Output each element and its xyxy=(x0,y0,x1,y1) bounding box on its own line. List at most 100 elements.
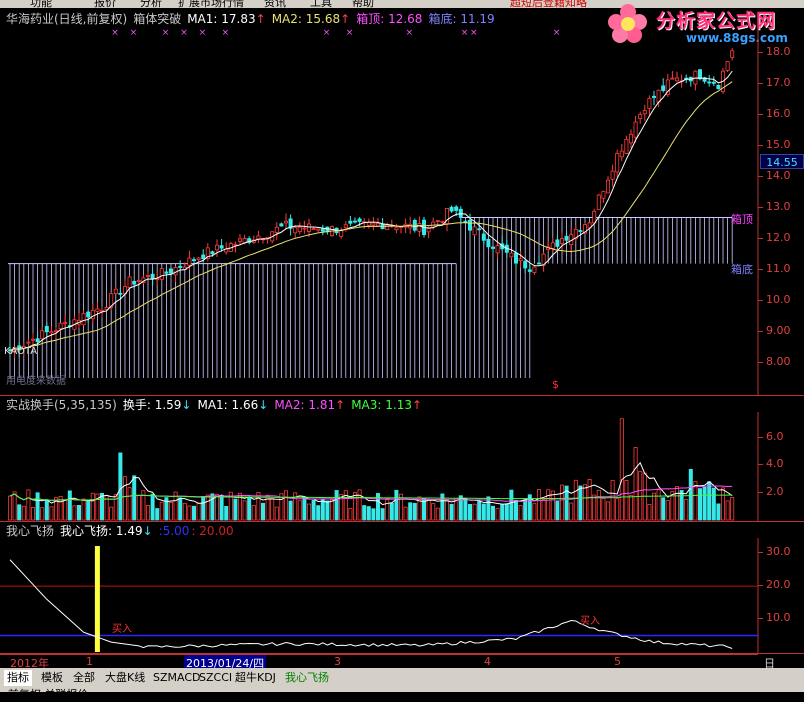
buy-label: 买入 xyxy=(112,624,132,635)
candle-body xyxy=(537,262,542,265)
ma2-line xyxy=(9,81,733,351)
turnover-bar xyxy=(44,500,49,521)
y-tick-label: 20.0 xyxy=(758,578,804,591)
ma1-value: 1.66 xyxy=(231,398,259,412)
month-label: 3 xyxy=(334,655,341,668)
signal-cross: × xyxy=(111,28,119,38)
candle-body xyxy=(375,223,380,227)
candle-body xyxy=(187,257,192,266)
candle-body xyxy=(550,242,555,249)
turnover-bar xyxy=(444,498,449,521)
chart-note: KAOTA xyxy=(4,346,38,357)
month-label: 4 xyxy=(484,655,491,668)
candle-body xyxy=(348,220,353,224)
turnover-bar xyxy=(619,418,624,521)
osc-panel-header: 我心飞扬 我心飞扬: 1.49↓:5.00: 20.00 xyxy=(6,523,240,539)
turnover-bar xyxy=(592,494,597,521)
oscillator-chart[interactable] xyxy=(0,538,804,654)
turnover-bar xyxy=(481,503,486,521)
tab-market-kline[interactable]: 大盘K线 xyxy=(102,670,148,686)
turnover-bar xyxy=(435,507,440,521)
turnover-bar xyxy=(35,492,40,521)
turnover-bar xyxy=(463,497,468,521)
menu-item-analysis[interactable]: 分析 xyxy=(140,0,162,8)
turnover-bar xyxy=(178,497,183,521)
chart-note: 用电度来数据 xyxy=(6,376,66,387)
candle-body xyxy=(638,114,643,119)
volume-panel-header: 实战换手(5,35,135) 换手: 1.59↓ MA1: 1.66↓ MA2: 1.… xyxy=(6,397,428,413)
candle-body xyxy=(297,226,302,232)
turnover-bar xyxy=(224,506,229,521)
signal-cross: × xyxy=(406,28,414,38)
signal-mark: $ xyxy=(552,378,559,391)
turnover-bar xyxy=(652,492,657,521)
tab-szcci[interactable]: SZCCI xyxy=(196,670,235,686)
turnover-bar xyxy=(624,480,629,521)
tab-wxfy[interactable]: 我心飞扬 xyxy=(282,670,332,686)
candle-body xyxy=(440,220,445,223)
candle-body xyxy=(509,252,514,258)
turnover-bar xyxy=(320,499,325,521)
y-tick-label: 14.0 xyxy=(758,169,804,182)
candle-body xyxy=(647,97,652,109)
turnover-ma2-line xyxy=(9,485,733,502)
y-tick-label: 6.0 xyxy=(758,430,804,443)
buy-label: 买入 xyxy=(580,616,600,627)
menu-item-function[interactable]: 功能 xyxy=(30,0,52,8)
tab-kdj[interactable]: 超牛KDJ xyxy=(232,670,279,686)
turnover-bar xyxy=(633,447,638,521)
candle-body xyxy=(661,85,666,91)
turnover-label: 换手: xyxy=(122,398,151,412)
candle-body xyxy=(159,268,164,280)
candle-body xyxy=(725,61,730,71)
menu-item-quote[interactable]: 报价 xyxy=(94,0,116,8)
turnover-bar xyxy=(242,500,247,521)
candle-body xyxy=(49,331,54,334)
turnover-bar xyxy=(118,452,123,521)
signal-cross: × xyxy=(323,28,331,38)
candle-body xyxy=(652,95,657,98)
turnover-bar xyxy=(679,490,684,521)
turnover-bar xyxy=(656,489,661,521)
tab-indicator[interactable]: 指标 xyxy=(4,670,32,686)
box-top-tag: 箱顶 xyxy=(731,213,753,226)
tab-template[interactable]: 模板 xyxy=(38,670,66,686)
candle-body xyxy=(352,220,357,223)
box-bottom-label: 箱底: xyxy=(428,12,457,26)
signal-cross: × xyxy=(222,28,230,38)
turnover-bar xyxy=(702,486,707,521)
candle-body xyxy=(26,341,31,344)
candle-body xyxy=(54,330,59,333)
tab-all[interactable]: 全部 xyxy=(70,670,98,686)
turnover-bar xyxy=(132,475,137,521)
signal-cross: × xyxy=(346,28,354,38)
candle-body xyxy=(629,133,634,144)
turnover-bar xyxy=(426,499,431,521)
ma1-value: 17.83 xyxy=(221,12,256,26)
turnover-bar xyxy=(26,489,31,521)
turnover-bar xyxy=(136,495,141,521)
candle-body xyxy=(279,223,284,227)
menu-item-help[interactable]: 帮助 xyxy=(352,0,374,8)
price-chart[interactable]: × × × × × × × × × × × × xyxy=(0,26,804,396)
indicator-name: 箱体突破 xyxy=(133,12,182,26)
menu-item-extended-market[interactable]: 扩展市场行情 xyxy=(178,0,244,8)
turnover-bar xyxy=(219,495,224,521)
menu-item-news[interactable]: 资讯 xyxy=(264,0,286,8)
menu-item-tools[interactable]: 工具 xyxy=(310,0,332,8)
turnover-bar xyxy=(688,468,693,521)
candle-body xyxy=(592,210,597,224)
turnover-chart[interactable] xyxy=(0,412,804,522)
candle-body xyxy=(472,226,477,236)
candle-body xyxy=(214,244,219,251)
turnover-bar xyxy=(601,498,606,521)
signal-cross: × xyxy=(470,28,478,38)
candle-body xyxy=(716,84,721,90)
turnover-bar xyxy=(693,481,698,521)
candle-body xyxy=(610,170,615,180)
box-top-value: 12.68 xyxy=(388,12,423,26)
turnover-bar xyxy=(477,501,482,521)
turnover-y-axis: 6.0 4.0 2.0 xyxy=(758,412,804,522)
turnover-bar xyxy=(647,504,652,521)
candle-body xyxy=(357,218,362,222)
